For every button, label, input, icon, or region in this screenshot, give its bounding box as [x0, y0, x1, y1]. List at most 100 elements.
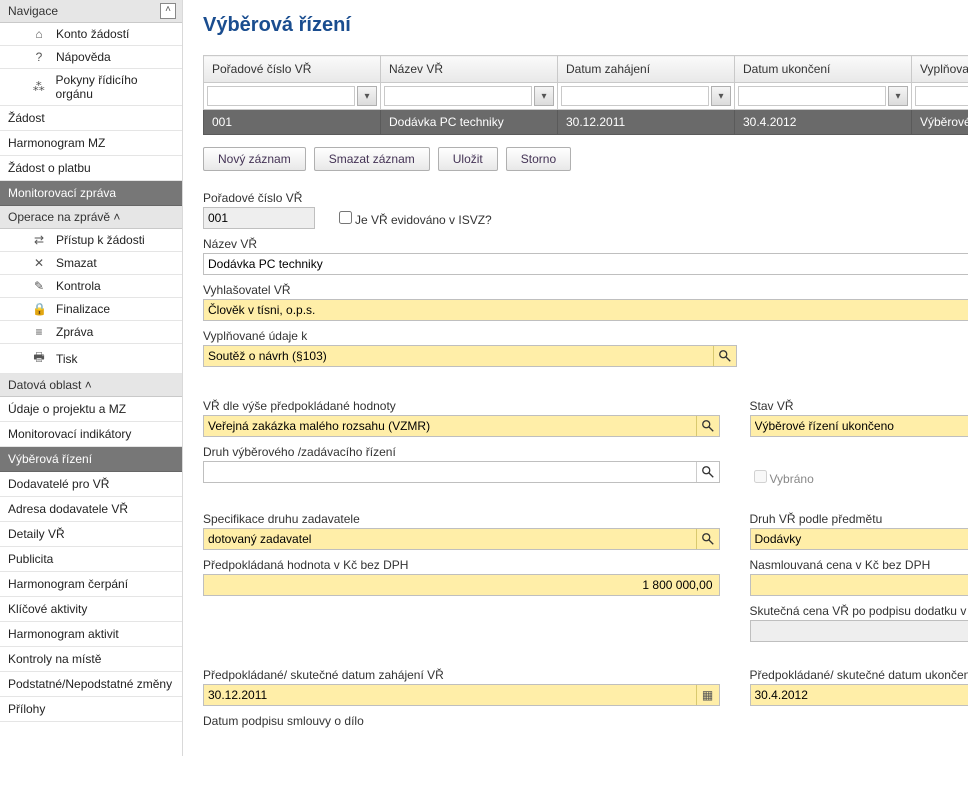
- search-icon[interactable]: [696, 416, 719, 436]
- section-monitorovaci[interactable]: Monitorovací zpráva: [0, 181, 182, 206]
- nazev-field[interactable]: [203, 253, 968, 275]
- dat-podpisu-label: Datum podpisu smlouvy o dílo: [203, 714, 720, 728]
- search-icon[interactable]: [696, 462, 719, 482]
- druh-predmet-field[interactable]: [750, 528, 968, 550]
- data-item-kontroly[interactable]: Kontroly na místě: [0, 647, 182, 672]
- col-poradove[interactable]: Pořadové číslo VŘ: [204, 56, 381, 83]
- filter-vyplnovane[interactable]: [915, 86, 968, 106]
- data-item-dodavatele[interactable]: Dodavatelé pro VŘ: [0, 472, 182, 497]
- data-item-publicita[interactable]: Publicita: [0, 547, 182, 572]
- grid-header-row: Pořadové číslo VŘ Název VŘ Datum zahájen…: [204, 56, 968, 83]
- data-item-udaje[interactable]: Údaje o projektu a MZ: [0, 397, 182, 422]
- vr-vyse-field[interactable]: [203, 415, 720, 437]
- data-item-vyberova-rizeni[interactable]: Výběrová řízení: [0, 447, 182, 472]
- vr-vyse-input[interactable]: [204, 416, 696, 436]
- druh-label: Druh výběrového /zadávacího řízení: [203, 445, 720, 459]
- predpokl-input[interactable]: [204, 575, 719, 595]
- dat-zah-field[interactable]: ▦: [203, 684, 720, 706]
- ops-smazat[interactable]: ✕Smazat: [0, 252, 182, 275]
- nav-link-zadost[interactable]: Žádost: [0, 106, 182, 131]
- col-nazev[interactable]: Název VŘ: [381, 56, 558, 83]
- ops-pristup[interactable]: ⇄Přístup k žádosti: [0, 229, 182, 252]
- vyhl-input[interactable]: [204, 300, 968, 320]
- new-record-button[interactable]: Nový záznam: [203, 147, 306, 171]
- predpokl-label: Předpokládaná hodnota v Kč bez DPH: [203, 558, 720, 572]
- filter-zahajeni[interactable]: [561, 86, 709, 106]
- chevron-up-icon[interactable]: ˄: [113, 210, 120, 224]
- vypln-field[interactable]: [203, 345, 737, 367]
- nav-item-label: Konto žádostí: [56, 27, 129, 41]
- filter-icon[interactable]: ▾: [357, 86, 377, 106]
- druh-predmet-input[interactable]: [751, 529, 968, 549]
- filter-icon[interactable]: ▾: [534, 86, 554, 106]
- vyhl-label: Vyhlašovatel VŘ: [203, 283, 968, 297]
- sidebar: Navigace ˄ ⌂Konto žádostí ?Nápověda ⁂Pok…: [0, 0, 183, 756]
- vybrano-checkbox-wrap: Vybráno: [750, 467, 968, 486]
- nav-item-pokyny[interactable]: ⁂Pokyny řídicího orgánu: [0, 69, 182, 106]
- calendar-icon[interactable]: ▦: [696, 685, 719, 705]
- data-item-adresa[interactable]: Adresa dodavatele VŘ: [0, 497, 182, 522]
- vyhl-field[interactable]: [203, 299, 968, 321]
- data-item-detaily[interactable]: Detaily VŘ: [0, 522, 182, 547]
- ops-finalizace[interactable]: 🔒Finalizace: [0, 298, 182, 321]
- col-zahajeni[interactable]: Datum zahájení: [558, 56, 735, 83]
- filter-icon[interactable]: ▾: [711, 86, 731, 106]
- chevron-up-icon[interactable]: ˄: [160, 3, 176, 19]
- skut-field: [750, 620, 968, 642]
- col-vyplnovane[interactable]: Vyplňované údaje k: [912, 56, 968, 83]
- spec-field[interactable]: [203, 528, 720, 550]
- spec-input[interactable]: [204, 529, 696, 549]
- dat-zah-input[interactable]: [204, 685, 696, 705]
- nasml-field[interactable]: [750, 574, 968, 596]
- data-item-zmeny[interactable]: Podstatné/Nepodstatné změny: [0, 672, 182, 697]
- skut-input: [751, 621, 968, 641]
- data-item-prilohy[interactable]: Přílohy: [0, 697, 182, 722]
- nav-item-napoveda[interactable]: ?Nápověda: [0, 46, 182, 69]
- nav-item-label: Nápověda: [56, 50, 111, 64]
- search-icon[interactable]: [713, 346, 736, 366]
- ops-tisk[interactable]: 🖶Tisk: [0, 344, 182, 374]
- save-button[interactable]: Uložit: [438, 147, 498, 171]
- data-item-harm-cerpani[interactable]: Harmonogram čerpání: [0, 572, 182, 597]
- isvz-checkbox-wrap[interactable]: Je VŘ evidováno v ISVZ?: [335, 208, 492, 227]
- vr-form: Pořadové číslo VŘ Je VŘ evidováno v ISVZ…: [203, 191, 968, 736]
- ops-zprava[interactable]: ≡Zpráva: [0, 321, 182, 344]
- nav-item-konto[interactable]: ⌂Konto žádostí: [0, 23, 182, 46]
- cancel-button[interactable]: Storno: [506, 147, 571, 171]
- filter-poradove[interactable]: [207, 86, 355, 106]
- filter-nazev[interactable]: [384, 86, 532, 106]
- vypln-input[interactable]: [204, 346, 713, 366]
- nav-link-zadost-platbu[interactable]: Žádost o platbu: [0, 156, 182, 181]
- nav-header[interactable]: Navigace ˄: [0, 0, 182, 23]
- druh-input[interactable]: [204, 462, 696, 482]
- data-item-harm-aktivit[interactable]: Harmonogram aktivit: [0, 622, 182, 647]
- druh-field[interactable]: [203, 461, 720, 483]
- ops-kontrola[interactable]: ✎Kontrola: [0, 275, 182, 298]
- ops-header[interactable]: Operace na zprávě ˄: [0, 206, 182, 229]
- dat-ukon-field[interactable]: ▦: [750, 684, 968, 706]
- chevron-up-icon[interactable]: ˄: [85, 378, 92, 392]
- nav-link-harmonogram-mz[interactable]: Harmonogram MZ: [0, 131, 182, 156]
- filter-ukonceni[interactable]: [738, 86, 886, 106]
- ops-item-label: Zpráva: [56, 325, 93, 339]
- data-item-klicove[interactable]: Klíčové aktivity: [0, 597, 182, 622]
- main-content: Výběrová řízení Pořadové číslo VŘ Název …: [183, 0, 968, 756]
- predpokl-field[interactable]: [203, 574, 720, 596]
- data-header[interactable]: Datová oblast ˄: [0, 374, 182, 397]
- filter-icon[interactable]: ▾: [888, 86, 908, 106]
- nazev-label: Název VŘ: [203, 237, 968, 251]
- nazev-input[interactable]: [204, 254, 968, 274]
- grid-row[interactable]: 001 Dodávka PC techniky 30.12.2011 30.4.…: [204, 110, 968, 135]
- nasml-input[interactable]: [751, 575, 968, 595]
- ops-item-label: Tisk: [56, 352, 78, 366]
- col-ukonceni[interactable]: Datum ukončení: [735, 56, 912, 83]
- data-item-indikatory[interactable]: Monitorovací indikátory: [0, 422, 182, 447]
- stav-field[interactable]: [750, 415, 968, 437]
- search-icon[interactable]: [696, 529, 719, 549]
- access-icon: ⇄: [32, 233, 46, 247]
- dat-ukon-input[interactable]: [751, 685, 968, 705]
- delete-record-button[interactable]: Smazat záznam: [314, 147, 430, 171]
- stav-input[interactable]: [751, 416, 968, 436]
- isvz-checkbox[interactable]: [339, 211, 352, 224]
- nav-header-label: Navigace: [8, 4, 58, 18]
